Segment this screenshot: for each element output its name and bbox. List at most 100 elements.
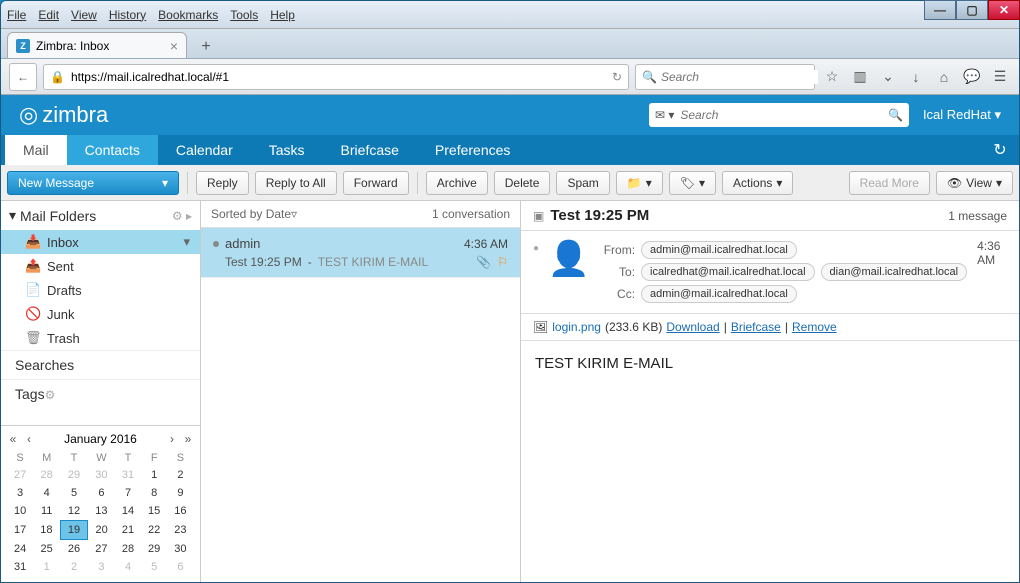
mail-folders-header[interactable]: ▾ Mail Folders ⚙ ▸ bbox=[1, 201, 200, 230]
tab-mail[interactable]: Mail bbox=[5, 135, 67, 165]
tab-preferences[interactable]: Preferences bbox=[417, 135, 528, 165]
reply-button[interactable]: Reply bbox=[196, 171, 249, 195]
cal-day[interactable]: 2 bbox=[60, 558, 88, 576]
folder-trash[interactable]: 🗑Trash bbox=[1, 326, 200, 350]
menu-bookmarks[interactable]: Bookmarks bbox=[158, 8, 218, 22]
cal-day[interactable]: 6 bbox=[167, 558, 193, 576]
url-field[interactable]: 🔒 ↻ bbox=[43, 64, 629, 90]
attachment-name[interactable]: login.png bbox=[552, 320, 601, 334]
move-menu-button[interactable]: 📁▾ bbox=[616, 171, 663, 195]
flag-icon[interactable]: ⚐ bbox=[497, 255, 508, 269]
forward-button[interactable]: Forward bbox=[343, 171, 409, 195]
library-icon[interactable]: ▥ bbox=[849, 66, 871, 88]
delete-button[interactable]: Delete bbox=[494, 171, 551, 195]
cal-day[interactable]: 28 bbox=[33, 466, 60, 484]
cal-day[interactable]: 5 bbox=[141, 558, 167, 576]
tab-calendar[interactable]: Calendar bbox=[158, 135, 251, 165]
folder-drafts[interactable]: 📄Drafts bbox=[1, 278, 200, 302]
cal-prev-month-button[interactable]: ‹ bbox=[23, 432, 35, 446]
searches-header[interactable]: Searches bbox=[1, 350, 200, 379]
cal-day[interactable]: 27 bbox=[7, 466, 33, 484]
tab-contacts[interactable]: Contacts bbox=[67, 135, 158, 165]
cal-day[interactable]: 23 bbox=[167, 521, 193, 540]
home-icon[interactable]: ⌂ bbox=[933, 66, 955, 88]
cal-day[interactable]: 22 bbox=[141, 521, 167, 540]
chat-icon[interactable]: 💬 bbox=[961, 66, 983, 88]
view-menu-button[interactable]: 👁 View ▾ bbox=[936, 171, 1013, 195]
cal-day[interactable]: 26 bbox=[60, 540, 88, 559]
window-close-button[interactable]: ✕ bbox=[988, 0, 1020, 20]
app-search-input[interactable] bbox=[680, 108, 882, 122]
cal-day[interactable]: 25 bbox=[33, 540, 60, 559]
cal-day[interactable]: 1 bbox=[141, 466, 167, 484]
menu-help[interactable]: Help bbox=[270, 8, 295, 22]
app-search-field[interactable]: ✉ ▾ 🔍 bbox=[649, 103, 909, 127]
cal-day[interactable]: 29 bbox=[60, 466, 88, 484]
message-list-item[interactable]: admin 4:36 AM Test 19:25 PM - TEST KIRIM… bbox=[201, 228, 520, 278]
downloads-icon[interactable]: ↓ bbox=[905, 66, 927, 88]
reload-icon[interactable]: ↻ bbox=[612, 70, 622, 84]
refresh-button[interactable]: ↻ bbox=[985, 140, 1015, 160]
cal-day[interactable]: 2 bbox=[167, 466, 193, 484]
attachment-remove-link[interactable]: Remove bbox=[792, 320, 837, 334]
cal-day[interactable]: 3 bbox=[7, 484, 33, 502]
hamburger-menu-icon[interactable]: ☰ bbox=[989, 66, 1011, 88]
tab-close-icon[interactable]: × bbox=[170, 38, 178, 54]
new-tab-button[interactable]: + bbox=[193, 36, 219, 58]
cal-day[interactable]: 30 bbox=[88, 466, 115, 484]
attachment-briefcase-link[interactable]: Briefcase bbox=[731, 320, 781, 334]
cal-day[interactable]: 3 bbox=[88, 558, 115, 576]
menu-view[interactable]: View bbox=[71, 8, 97, 22]
cal-day[interactable]: 4 bbox=[115, 558, 141, 576]
menu-tools[interactable]: Tools bbox=[230, 8, 258, 22]
search-submit-icon[interactable]: 🔍 bbox=[888, 108, 903, 122]
back-button[interactable]: ← bbox=[9, 63, 37, 91]
gear-icon[interactable]: ⚙ bbox=[45, 388, 56, 402]
browser-search-field[interactable]: 🔍 bbox=[635, 64, 815, 90]
cal-day[interactable]: 29 bbox=[141, 540, 167, 559]
cal-day[interactable]: 7 bbox=[115, 484, 141, 502]
cal-day[interactable]: 24 bbox=[7, 540, 33, 559]
sort-header[interactable]: Sorted by Date ▿ 1 conversation bbox=[201, 201, 520, 228]
window-minimize-button[interactable]: — bbox=[924, 0, 956, 20]
cal-day[interactable]: 19 bbox=[60, 521, 88, 540]
cc-address-chip[interactable]: admin@mail.icalredhat.local bbox=[641, 285, 797, 303]
cal-day[interactable]: 12 bbox=[60, 502, 88, 521]
cal-day[interactable]: 31 bbox=[7, 558, 33, 576]
cal-day[interactable]: 15 bbox=[141, 502, 167, 521]
window-maximize-button[interactable]: ▢ bbox=[956, 0, 988, 20]
tab-tasks[interactable]: Tasks bbox=[251, 135, 323, 165]
tags-header[interactable]: Tags⚙ bbox=[1, 379, 200, 408]
cal-day[interactable]: 8 bbox=[141, 484, 167, 502]
cal-day[interactable]: 1 bbox=[33, 558, 60, 576]
user-menu[interactable]: Ical RedHat bbox=[923, 107, 1001, 123]
cal-day[interactable]: 31 bbox=[115, 466, 141, 484]
cal-next-year-button[interactable]: » bbox=[182, 432, 194, 446]
reply-all-button[interactable]: Reply to All bbox=[255, 171, 337, 195]
cal-day[interactable]: 20 bbox=[88, 521, 115, 540]
cal-day[interactable]: 10 bbox=[7, 502, 33, 521]
cal-day[interactable]: 18 bbox=[33, 521, 60, 540]
from-address-chip[interactable]: admin@mail.icalredhat.local bbox=[641, 241, 797, 259]
cal-prev-year-button[interactable]: « bbox=[7, 432, 19, 446]
cal-day[interactable]: 5 bbox=[60, 484, 88, 502]
attachment-download-link[interactable]: Download bbox=[666, 320, 719, 334]
cal-day[interactable]: 6 bbox=[88, 484, 115, 502]
cal-day[interactable]: 30 bbox=[167, 540, 193, 559]
cal-day[interactable]: 4 bbox=[33, 484, 60, 502]
cal-day[interactable]: 27 bbox=[88, 540, 115, 559]
read-more-button[interactable]: Read More bbox=[849, 171, 930, 195]
browser-search-input[interactable] bbox=[661, 70, 818, 84]
actions-menu-button[interactable]: Actions ▾ bbox=[722, 171, 793, 195]
folder-junk[interactable]: 🚫Junk bbox=[1, 302, 200, 326]
browser-tab[interactable]: Z Zimbra: Inbox × bbox=[7, 32, 187, 58]
folder-sent[interactable]: 📤Sent bbox=[1, 254, 200, 278]
cal-day[interactable]: 13 bbox=[88, 502, 115, 521]
chevron-down-icon[interactable]: ▾ bbox=[183, 234, 190, 250]
cal-day[interactable]: 14 bbox=[115, 502, 141, 521]
cal-day[interactable]: 17 bbox=[7, 521, 33, 540]
cal-day[interactable]: 9 bbox=[167, 484, 193, 502]
pocket-icon[interactable]: ⌄ bbox=[877, 66, 899, 88]
menu-edit[interactable]: Edit bbox=[38, 8, 59, 22]
cal-day[interactable]: 21 bbox=[115, 521, 141, 540]
